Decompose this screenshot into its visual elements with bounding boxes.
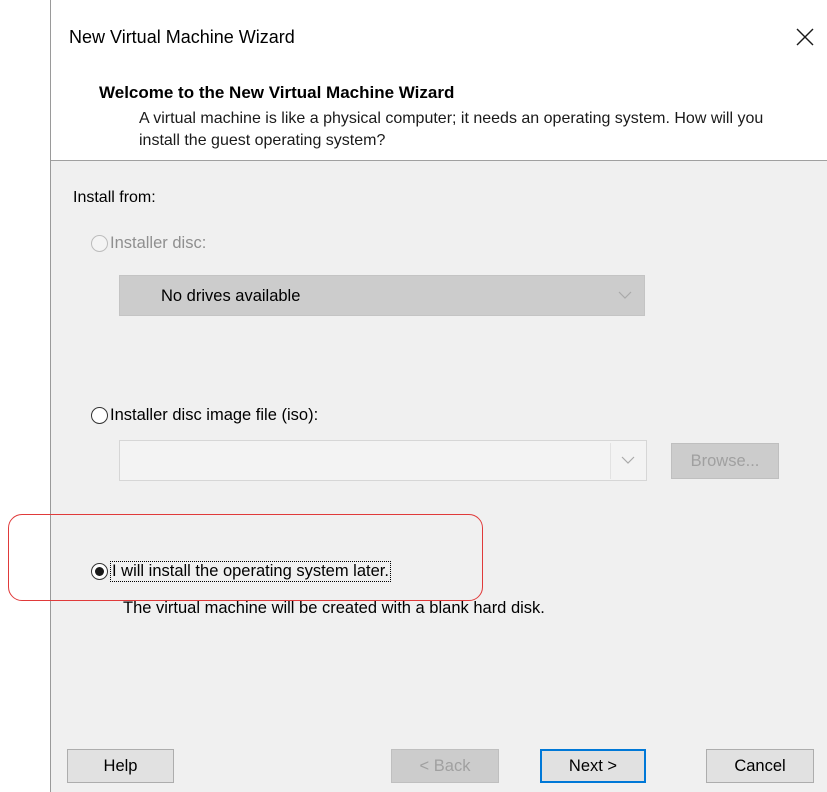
- installer-disc-radio[interactable]: [91, 235, 108, 252]
- disc-drive-select[interactable]: No drives available: [119, 275, 645, 316]
- installer-disc-option[interactable]: Installer disc:: [91, 234, 206, 253]
- back-button-label: < Back: [419, 756, 471, 775]
- iso-image-radio[interactable]: [91, 407, 108, 424]
- iso-path-combo[interactable]: [119, 440, 647, 481]
- next-button[interactable]: Next >: [540, 749, 646, 783]
- title-bar[interactable]: New Virtual Machine Wizard: [51, 0, 827, 78]
- cancel-button-label: Cancel: [734, 756, 786, 775]
- installer-disc-label: Installer disc:: [110, 234, 207, 252]
- iso-image-label: Installer disc image file (iso):: [110, 406, 319, 424]
- install-later-radio[interactable]: [91, 563, 108, 580]
- back-button[interactable]: < Back: [391, 749, 499, 783]
- install-later-description: The virtual machine will be created with…: [123, 599, 545, 617]
- wizard-body: Install from: Installer disc: No drives …: [51, 161, 827, 792]
- chevron-down-icon: [618, 291, 632, 299]
- help-button-label: Help: [103, 756, 138, 775]
- install-from-label: Install from:: [73, 189, 156, 206]
- header-description: A virtual machine is like a physical com…: [139, 110, 764, 149]
- window-title: New Virtual Machine Wizard: [69, 27, 295, 47]
- next-button-label: Next >: [568, 756, 618, 775]
- install-later-option[interactable]: I will install the operating system late…: [91, 561, 391, 582]
- header-title: Welcome to the New Virtual Machine Wizar…: [99, 83, 455, 102]
- desktop-background: [0, 0, 50, 792]
- wizard-window: New Virtual Machine Wizard Welcome to th…: [50, 0, 827, 792]
- install-later-label: I will install the operating system late…: [110, 561, 391, 582]
- wizard-header: Welcome to the New Virtual Machine Wizar…: [51, 78, 827, 161]
- cancel-button[interactable]: Cancel: [706, 749, 814, 783]
- disc-drive-value: No drives available: [161, 287, 301, 305]
- chevron-down-icon: [621, 456, 635, 464]
- browse-button[interactable]: Browse...: [671, 443, 779, 479]
- iso-image-option[interactable]: Installer disc image file (iso):: [91, 406, 318, 425]
- help-button[interactable]: Help: [67, 749, 174, 783]
- iso-combo-divider: [610, 443, 611, 479]
- browse-button-label: Browse...: [690, 451, 760, 470]
- close-button[interactable]: [782, 14, 827, 60]
- close-icon: [796, 28, 814, 46]
